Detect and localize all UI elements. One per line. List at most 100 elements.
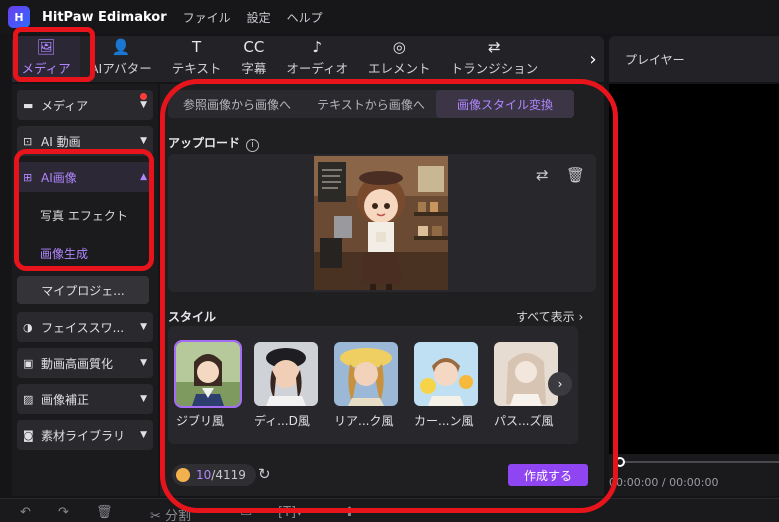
chevron-right-icon: ›: [578, 310, 584, 324]
chevron-down-icon: ▼: [140, 322, 147, 332]
export-frame-icon[interactable]: ⬆: [344, 505, 355, 520]
sidebar-item-ai-video[interactable]: ⊡ AI 動画 ▼: [17, 126, 153, 156]
sidebar-item-ai-image[interactable]: ⊞ AI画像 ▲: [17, 162, 153, 192]
tab-subtitles-label: 字幕: [241, 61, 267, 76]
undo-icon[interactable]: ↶: [20, 505, 31, 520]
tab-subtitles[interactable]: CC 字幕: [231, 36, 276, 82]
menu-help[interactable]: ヘルプ: [287, 9, 323, 26]
menu-file[interactable]: ファイル: [183, 9, 231, 26]
sidebar-subitem-image-generation[interactable]: 画像生成: [40, 245, 88, 262]
tab-media-label: メディア: [21, 61, 71, 76]
tab-elements[interactable]: ◎ エレメント: [358, 36, 441, 82]
generate-bar: 10/4119 ↻ 作成する: [168, 462, 596, 490]
crop-icon[interactable]: ▭: [240, 505, 252, 520]
tab-media[interactable]: 🖼 メディア: [12, 36, 80, 82]
replace-icon[interactable]: ⇄: [536, 166, 549, 184]
sidebar-item-face-swap[interactable]: ◑ フェイススワ... ▼: [17, 312, 153, 342]
subtitles-icon: CC: [243, 38, 265, 56]
credits-total: /4119: [211, 468, 246, 482]
tab-audio-label: オーディオ: [286, 61, 349, 76]
delete-icon[interactable]: 🗑: [566, 166, 585, 184]
credits-used: 10: [196, 468, 212, 482]
player-controls: 00:00:00 / 00:00:00: [609, 454, 779, 496]
tab-ai-avatar-label: AIアバター: [90, 61, 152, 76]
player-screen[interactable]: [609, 84, 779, 454]
tab-text-label: テキスト: [171, 61, 222, 76]
tab-text-to-image[interactable]: テキストから画像へ: [306, 90, 436, 118]
sidebar-item-video-upscale[interactable]: ▣ 動画高画質化 ▼: [17, 348, 153, 378]
tab-audio[interactable]: ♪ オーディオ: [276, 36, 358, 82]
sidebar-subitem-photo-effects[interactable]: 写真 エフェクト: [40, 207, 128, 224]
chevron-down-icon: ▼: [140, 100, 147, 110]
style-thumbnail: [334, 342, 398, 406]
styles-next-button[interactable]: ›: [548, 372, 572, 396]
menu-settings[interactable]: 設定: [247, 9, 271, 26]
chevron-down-icon: ▼: [140, 136, 147, 146]
chevron-down-icon: ▼: [140, 358, 147, 368]
style-label: パス...ズ風: [494, 414, 554, 428]
upload-area[interactable]: ⇄ 🗑: [168, 154, 596, 292]
style-list: ジブリ風 ディ...D風 リア...ク風 カー...ン風 パス...ズ風 ›: [168, 326, 578, 444]
coin-icon: [176, 468, 190, 482]
style-thumbnail: [414, 342, 478, 406]
info-icon[interactable]: i: [246, 139, 260, 152]
folder-icon: ▬: [23, 98, 34, 112]
timecode: 00:00:00 / 00:00:00: [609, 476, 719, 489]
create-button[interactable]: 作成する: [508, 464, 588, 486]
style-label: リア...ク風: [334, 414, 394, 428]
style-card-realistic[interactable]: リア...ク風: [334, 342, 400, 429]
scrub-track[interactable]: [619, 461, 779, 463]
player-title: プレイヤー: [625, 53, 685, 67]
tab-text[interactable]: T テキスト: [162, 36, 232, 82]
library-icon: ◙: [23, 428, 34, 442]
style-label: ディ...D風: [254, 414, 310, 428]
image-enhance-icon: ▨: [23, 392, 34, 406]
ai-image-icon: ⊞: [23, 170, 33, 184]
sidebar-item-label: 動画高画質化: [41, 356, 114, 371]
chevron-down-icon: ▼: [140, 430, 147, 440]
style-label: カー...ン風: [414, 414, 474, 428]
style-section-title: スタイル: [168, 310, 217, 324]
sidebar-item-label: フェイススワ...: [41, 320, 125, 335]
tab-ai-avatar[interactable]: 👤 AIアバター: [80, 36, 162, 82]
toolbar-next-button[interactable]: ›: [582, 36, 604, 82]
credits-counter: 10/4119: [172, 464, 256, 486]
style-card-ghibli[interactable]: ジブリ風: [174, 340, 242, 429]
app-title: HitPaw Edimakor: [42, 9, 167, 25]
style-card-disney-3d[interactable]: ディ...D風: [254, 342, 320, 429]
tab-transitions[interactable]: ⇄ トランジション: [441, 36, 549, 82]
text-tool-icon[interactable]: [T]▾: [278, 505, 303, 520]
face-swap-icon: ◑: [23, 320, 33, 334]
sidebar-item-asset-library[interactable]: ◙ 素材ライブラリ ▼: [17, 420, 153, 450]
tab-reference-to-image[interactable]: 参照画像から画像へ: [168, 90, 306, 118]
scrub-handle[interactable]: [615, 457, 625, 467]
sidebar-item-label: メディア: [41, 98, 89, 113]
sidebar-item-label: AI 動画: [41, 134, 81, 149]
uploaded-image-preview: [314, 156, 448, 290]
chevron-up-icon: ▲: [140, 172, 147, 182]
transition-icon: ⇄: [488, 38, 501, 56]
title-bar: H HitPaw Edimakor ファイル 設定 ヘルプ: [0, 0, 779, 34]
upload-section-title: アップロード i: [168, 134, 260, 152]
upload-title: アップロード: [168, 136, 241, 150]
split-button[interactable]: ✂ 分割: [150, 505, 191, 522]
sidebar-item-label: 素材ライブラリ: [41, 428, 126, 443]
see-all-label: すべて表示: [516, 310, 575, 324]
ai-video-icon: ⊡: [23, 134, 33, 148]
notification-dot: [140, 93, 147, 100]
upscale-icon: ▣: [23, 356, 34, 370]
sidebar-item-image-enhance[interactable]: ▨ 画像補正 ▼: [17, 384, 153, 414]
media-icon: 🖼: [36, 38, 56, 56]
sidebar: ▬ メディア ▼ ⊡ AI 動画 ▼ ⊞ AI画像 ▲ 写真 エフェクト 画像生…: [12, 84, 158, 496]
my-projects-button[interactable]: マイプロジェ...: [17, 276, 149, 304]
tab-image-style-transfer[interactable]: 画像スタイル変換: [436, 90, 574, 118]
delete-icon[interactable]: 🗑: [96, 505, 113, 520]
style-card-cartoon[interactable]: カー...ン風: [414, 342, 480, 429]
refresh-icon[interactable]: ↻: [258, 465, 271, 483]
timeline-toolbar: ↶ ↷ 🗑 ✂ 分割 ▭ [T]▾ ⬆: [0, 498, 779, 522]
sidebar-item-media[interactable]: ▬ メディア ▼: [17, 90, 153, 120]
sidebar-item-label: AI画像: [41, 170, 77, 185]
see-all-link[interactable]: すべて表示 ›: [516, 308, 583, 325]
style-thumbnail: [174, 340, 242, 408]
redo-icon[interactable]: ↷: [58, 505, 69, 520]
